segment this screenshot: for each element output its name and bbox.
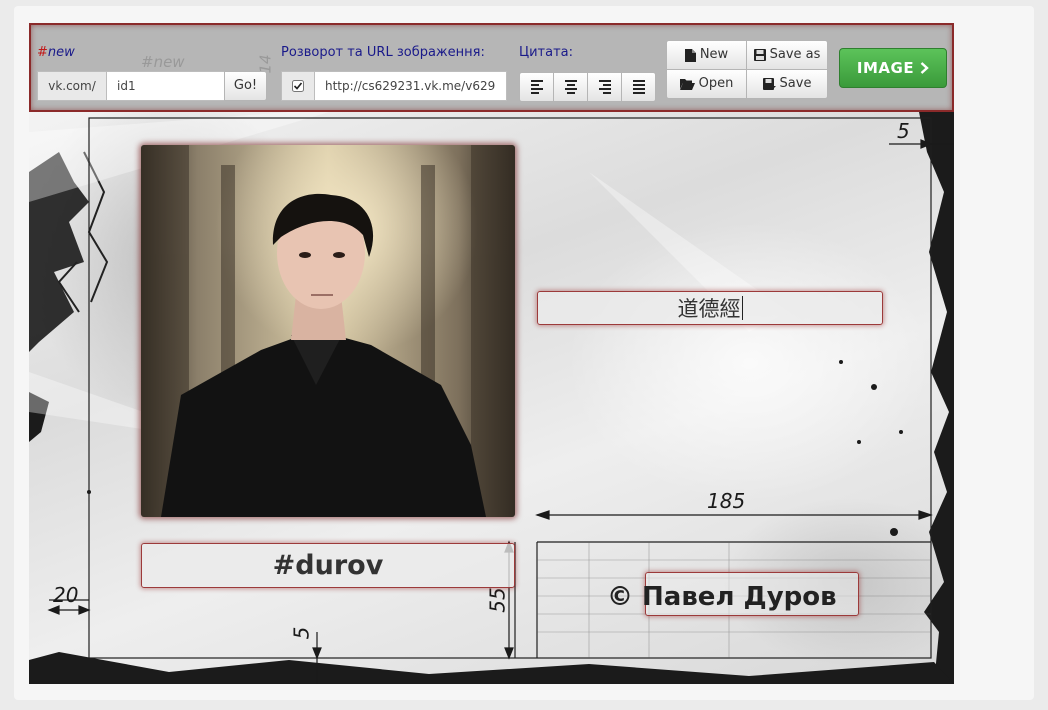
dimension-height: 55: [485, 587, 510, 613]
hashtag-text: #durov: [272, 550, 384, 581]
align-center-icon: [564, 80, 577, 94]
save-icon: [762, 78, 776, 90]
save-button-label: Save: [779, 76, 812, 91]
align-justify-button[interactable]: [621, 72, 656, 102]
ghost-hashtag: #new: [141, 53, 185, 71]
dimension-left: 20: [53, 583, 79, 607]
quote-section-label: Цитата:: [519, 45, 573, 60]
text-align-group: [519, 72, 656, 102]
quote-input[interactable]: 道德經: [537, 291, 883, 325]
image-button-label: IMAGE: [856, 59, 915, 77]
author-text: © Павел Дуров: [607, 582, 837, 612]
hashtag-label-text: new: [47, 45, 75, 60]
portrait-image: [141, 145, 515, 517]
text-caret: [741, 296, 743, 320]
profile-id-input[interactable]: id1: [106, 71, 225, 101]
image-export-button[interactable]: IMAGE: [839, 48, 947, 88]
spread-checkbox[interactable]: [281, 71, 315, 101]
align-right-button[interactable]: [587, 72, 622, 102]
hashtag-input[interactable]: #durov: [141, 543, 515, 588]
save-as-button-label: Save as: [769, 47, 821, 62]
dimension-top-right: 5: [897, 119, 910, 143]
toolbar: #new 14 #new Розворот та URL зображення:…: [29, 23, 954, 112]
align-left-button[interactable]: [519, 72, 554, 102]
file-icon: [684, 48, 696, 62]
profile-photo[interactable]: [141, 145, 515, 517]
save-button[interactable]: Save: [746, 69, 828, 99]
go-button[interactable]: Go!: [224, 71, 267, 101]
new-button-label: New: [699, 47, 729, 62]
align-left-icon: [530, 80, 543, 94]
open-button[interactable]: Open: [666, 69, 747, 99]
align-justify-icon: [632, 80, 645, 94]
align-right-icon: [598, 80, 611, 94]
vk-prefix: vk.com/: [37, 71, 107, 101]
poster-editor: 5 185 20 55 5 道德經 #durov © Павел Дуров #…: [29, 23, 954, 684]
url-section-label: Розворот та URL зображення:: [281, 45, 485, 60]
hashtag-label: #new: [37, 45, 75, 60]
folder-open-icon: [679, 79, 695, 90]
dimension-bottom: 5: [289, 626, 314, 640]
dimension-width: 185: [707, 489, 746, 513]
chevron-right-icon: [920, 62, 929, 74]
open-button-label: Open: [698, 76, 734, 91]
hash-symbol: #: [37, 45, 48, 60]
floppy-icon: [753, 49, 766, 61]
align-center-button[interactable]: [553, 72, 588, 102]
save-as-button[interactable]: Save as: [746, 40, 828, 70]
image-url-input[interactable]: http://cs629231.vk.me/v629: [314, 71, 507, 101]
new-button[interactable]: New: [666, 40, 747, 70]
checkbox-checked-icon: [292, 80, 304, 92]
quote-text: 道德經: [677, 297, 741, 321]
